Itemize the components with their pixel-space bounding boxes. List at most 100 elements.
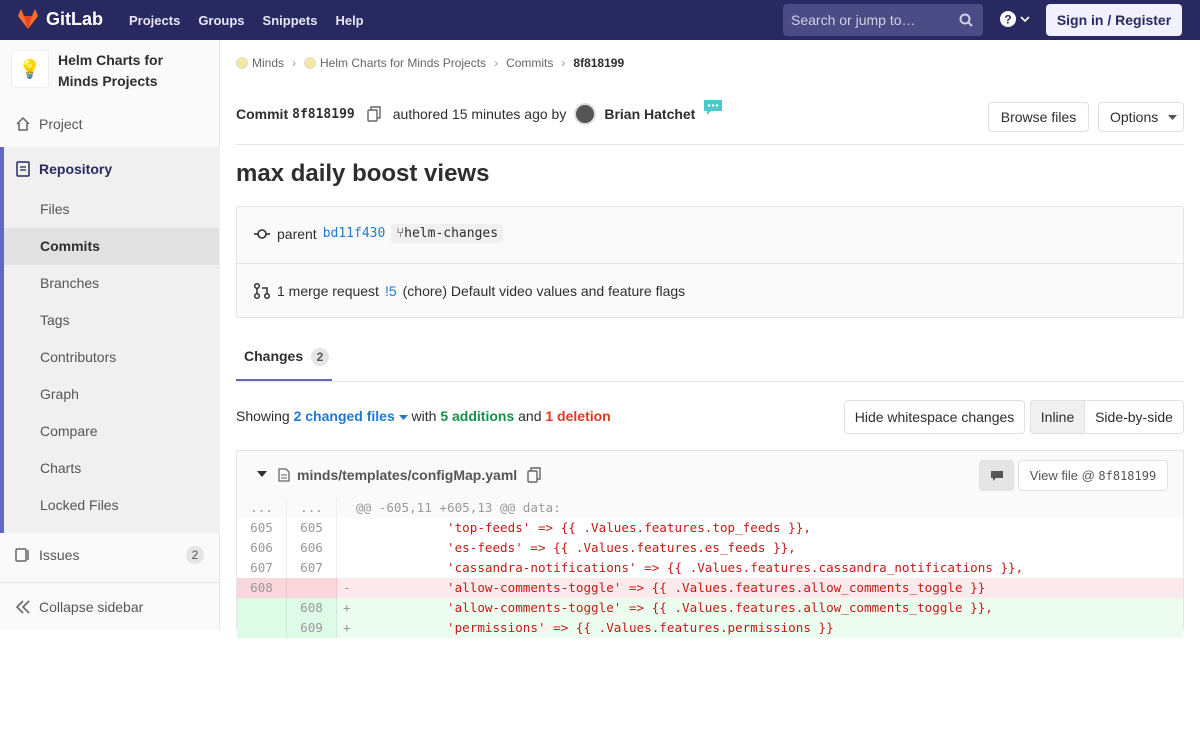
breadcrumb: Minds › Helm Charts for Minds Projects ›… <box>236 56 624 70</box>
sidebar-sub-commits[interactable]: Commits <box>4 228 219 265</box>
new-line-number[interactable]: 606 <box>287 538 337 558</box>
line-content: 'es-feeds' => {{ .Values.features.es_fee… <box>356 540 796 555</box>
issues-count-badge: 2 <box>186 546 204 564</box>
sidebar-item-label: Issues <box>39 546 80 563</box>
sidebar-sub-tags[interactable]: Tags <box>40 302 70 339</box>
commit-sha: 8f818199 <box>292 106 355 122</box>
diff-line: 605 605 'top-feeds' => {{ .Values.featur… <box>237 518 1183 538</box>
new-line-number[interactable]: 609 <box>287 618 337 638</box>
collapse-sidebar-button[interactable]: Collapse sidebar <box>0 588 220 625</box>
nav-help[interactable]: Help <box>335 13 363 28</box>
breadcrumb-project[interactable]: Helm Charts for Minds Projects <box>304 56 486 70</box>
nav-projects[interactable]: Projects <box>129 13 180 28</box>
author-avatar[interactable] <box>574 103 597 125</box>
diff-line: 607 607 'cassandra-notifications' => {{ … <box>237 558 1183 578</box>
mr-prefix: 1 merge request <box>277 283 379 299</box>
line-content: 'allow-comments-toggle' => {{ .Values.fe… <box>356 600 993 615</box>
new-line-number[interactable]: 605 <box>287 518 337 538</box>
comment-icon <box>990 471 1003 481</box>
sidebar-sub-compare[interactable]: Compare <box>40 413 98 450</box>
project-header[interactable]: 💡 Helm Charts for Minds Projects <box>11 50 188 92</box>
changed-files-label: 2 changed files <box>293 408 395 424</box>
line-content: 'permissions' => {{ .Values.features.per… <box>356 620 834 635</box>
sidebar-item-issues[interactable]: Issues 2 <box>0 536 220 573</box>
gitlab-logo[interactable]: GitLab <box>16 8 103 30</box>
author-name[interactable]: Brian Hatchet <box>604 106 695 122</box>
showing-label: Showing <box>236 408 290 424</box>
parent-sha-link[interactable]: bd11f430 <box>323 226 386 241</box>
nav-groups[interactable]: Groups <box>198 13 244 28</box>
search-input[interactable]: Search or jump to… <box>783 4 983 36</box>
sign-in-button[interactable]: Sign in / Register <box>1046 4 1182 36</box>
merge-request-row: 1 merge request !5 (chore) Default video… <box>253 282 685 300</box>
sidebar-item-label: Repository <box>39 160 113 177</box>
copy-path-icon[interactable] <box>527 467 541 483</box>
file-icon <box>278 468 290 482</box>
view-file-label: View file @ <box>1029 468 1095 483</box>
document-icon <box>15 160 31 177</box>
breadcrumb-commits[interactable]: Commits <box>506 56 553 70</box>
side-by-side-button[interactable]: Side-by-side <box>1084 400 1184 434</box>
additions-count: 5 additions <box>440 408 515 424</box>
old-line-number[interactable]: 607 <box>237 558 287 578</box>
tab-changes[interactable]: Changes 2 <box>236 340 332 381</box>
top-navbar: GitLab Projects Groups Snippets Help Sea… <box>0 0 1200 40</box>
inline-view-button[interactable]: Inline <box>1030 400 1085 434</box>
svg-text:?: ? <box>1004 13 1011 27</box>
hide-whitespace-button[interactable]: Hide whitespace changes <box>844 400 1025 434</box>
sidebar-sub-contributors[interactable]: Contributors <box>40 339 116 376</box>
new-line-number[interactable]: ... <box>287 498 337 518</box>
sidebar: 💡 Helm Charts for Minds Projects Project… <box>0 40 220 630</box>
mr-title: (chore) Default video values and feature… <box>402 283 686 299</box>
info-divider <box>237 263 1183 264</box>
hunk-header: @@ -605,11 +605,13 @@ data: <box>356 500 561 515</box>
diff-table: ... ... @@ -605,11 +605,13 @@ data: 605 … <box>236 498 1184 638</box>
sidebar-sub-locked-files[interactable]: Locked Files <box>40 487 119 524</box>
breadcrumb-label: Helm Charts for Minds Projects <box>320 56 487 70</box>
header-divider <box>236 144 1184 145</box>
nav-snippets[interactable]: Snippets <box>263 13 318 28</box>
new-line-number[interactable]: 607 <box>287 558 337 578</box>
diff-line-added: 608 + 'allow-comments-toggle' => {{ .Val… <box>237 598 1183 618</box>
breadcrumb-current[interactable]: 8f818199 <box>573 56 624 70</box>
caret-down-icon <box>398 415 408 420</box>
branch-name: helm-changes <box>404 226 499 241</box>
sidebar-sub-graph[interactable]: Graph <box>40 376 79 413</box>
issues-icon <box>15 547 31 563</box>
mr-id-link[interactable]: !5 <box>385 283 397 299</box>
sidebar-sub-branches[interactable]: Branches <box>40 265 99 302</box>
sidebar-item-project[interactable]: Project <box>0 105 220 142</box>
changes-count-badge: 2 <box>311 348 330 366</box>
sidebar-sub-files[interactable]: Files <box>40 191 70 228</box>
help-dropdown[interactable]: ? <box>1000 11 1030 27</box>
options-dropdown[interactable]: Options <box>1098 102 1184 132</box>
sidebar-sub-charts[interactable]: Charts <box>40 450 81 487</box>
new-line-number[interactable] <box>287 578 337 598</box>
new-line-number[interactable]: 608 <box>287 598 337 618</box>
sidebar-item-repository[interactable]: Repository <box>0 150 220 187</box>
main-nav: Projects Groups Snippets Help <box>129 0 364 40</box>
old-line-number[interactable] <box>237 598 287 618</box>
toggle-comments-button[interactable] <box>979 460 1014 491</box>
changed-files-dropdown[interactable]: 2 changed files <box>294 408 408 424</box>
collapse-caret-icon[interactable] <box>257 471 267 478</box>
project-name: Helm Charts for Minds Projects <box>58 52 164 89</box>
diff-line: 606 606 'es-feeds' => {{ .Values.feature… <box>237 538 1183 558</box>
merge-request-icon <box>253 282 271 300</box>
and-label: and <box>518 408 542 424</box>
old-line-number[interactable]: 608 <box>237 578 287 598</box>
old-line-number[interactable]: 606 <box>237 538 287 558</box>
branch-pill[interactable]: ⑂helm-changes <box>391 224 504 243</box>
copy-icon[interactable] <box>367 106 381 122</box>
file-path[interactable]: minds/templates/configMap.yaml <box>297 467 517 483</box>
breadcrumb-minds[interactable]: Minds <box>236 56 284 70</box>
old-line-number[interactable] <box>237 618 287 638</box>
view-file-button[interactable]: View file @ 8f818199 <box>1018 460 1168 491</box>
tabs: Changes 2 <box>236 340 1184 382</box>
browse-files-button[interactable]: Browse files <box>988 102 1089 132</box>
old-line-number[interactable]: 605 <box>237 518 287 538</box>
old-line-number[interactable]: ... <box>237 498 287 518</box>
commit-title: max daily boost views <box>236 160 490 187</box>
branch-icon: ⑂ <box>396 226 405 241</box>
tab-label: Changes <box>244 348 304 364</box>
